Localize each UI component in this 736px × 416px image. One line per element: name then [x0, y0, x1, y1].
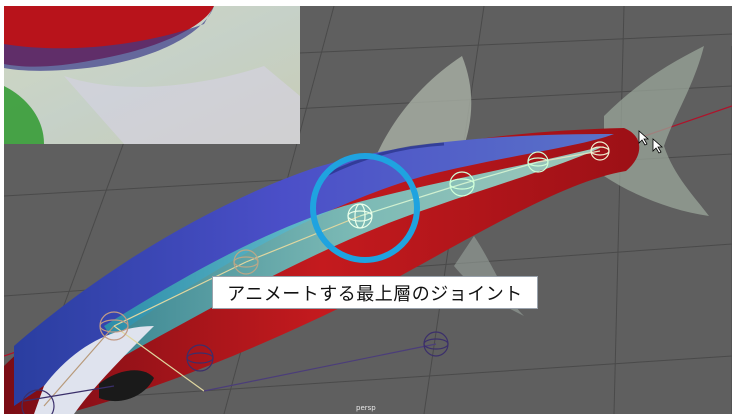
reference-image-plane	[4, 6, 300, 144]
annotation-callout: アニメートする最上層のジョイント	[212, 276, 538, 309]
scene-canvas	[4, 6, 732, 414]
fish-model	[4, 128, 640, 414]
camera-label: persp	[356, 404, 376, 412]
maya-perspective-viewport[interactable]: persp	[4, 6, 732, 414]
cursor-icon	[652, 138, 664, 154]
cursor-icon	[638, 130, 650, 146]
